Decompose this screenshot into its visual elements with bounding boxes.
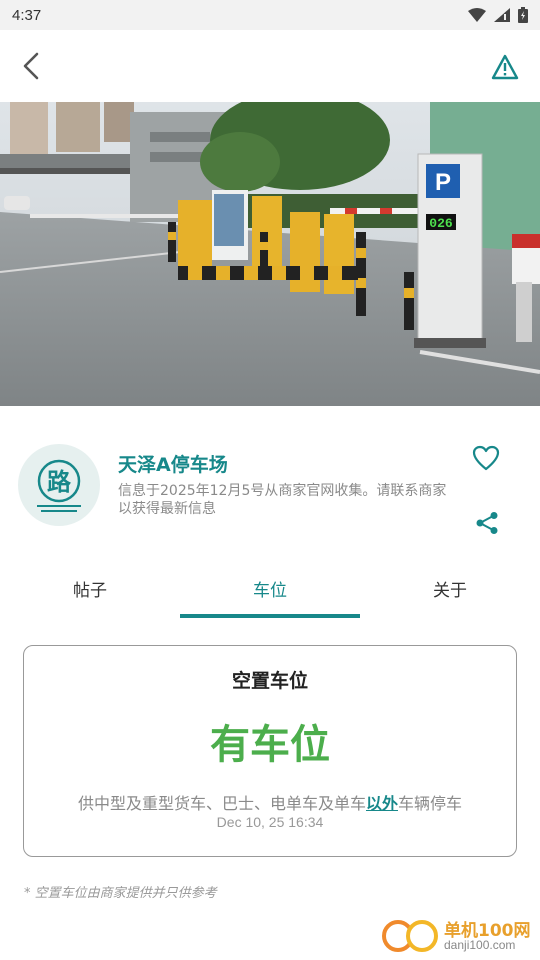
status-time: 4:37 — [12, 6, 42, 24]
battery-icon — [518, 7, 528, 23]
hero-photo: P 026 — [0, 102, 540, 406]
vehicle-note-after: 车辆停车 — [398, 794, 463, 813]
tab-about[interactable]: 关于 — [360, 560, 540, 620]
tab-parking-spaces[interactable]: 车位 — [180, 560, 360, 620]
carpark-logo: 路 — [18, 444, 100, 526]
favorite-button[interactable] — [470, 442, 502, 474]
vehicle-note: 供中型及重型货车、巴士、电单车及单车以外车辆停车 — [24, 790, 516, 814]
vacancy-status: 有车位 — [210, 722, 330, 768]
status-icons — [468, 7, 528, 23]
watermark-url: danji100.com — [444, 938, 516, 952]
signal-icon — [494, 8, 510, 22]
wifi-icon — [468, 8, 486, 22]
vehicle-note-before: 供中型及重型货车、巴士、电单车及单车 — [77, 794, 366, 813]
road-logo-icon: 路 — [37, 459, 81, 512]
parking-entrance-illustration: P 026 — [0, 102, 540, 406]
status-bar: 4:37 — [0, 0, 540, 30]
chevron-left-icon — [23, 52, 39, 80]
vacancy-title: 空置车位 — [231, 670, 308, 692]
carpark-info-text: 信息于2025年12月5号从商家官网收集。请联系商家以获得最新信息 — [118, 483, 447, 517]
logo-char: 路 — [47, 468, 72, 496]
tab-posts[interactable]: 帖子 — [0, 560, 180, 620]
share-icon — [476, 512, 498, 534]
available-display: 026 — [429, 216, 453, 231]
tab-bar: 帖子 车位 关于 — [0, 560, 540, 620]
disclaimer: * 空置车位由商家提供并只供参考 — [24, 886, 217, 901]
parking-sign-letter: P — [435, 169, 451, 196]
site-watermark: 单机100网 danji100.com — [382, 914, 532, 958]
warning-icon — [491, 54, 519, 80]
heart-icon — [472, 445, 500, 471]
carpark-name: 天泽A停车场 — [118, 454, 228, 476]
report-button[interactable] — [488, 50, 522, 84]
vacancy-card: 空置车位 有车位 供中型及重型货车、巴士、电单车及单车以外车辆停车 Dec 10… — [23, 645, 517, 857]
back-button[interactable] — [14, 48, 48, 84]
share-button[interactable] — [472, 508, 502, 538]
watermark-logo-circle2-icon — [406, 920, 438, 952]
vehicle-note-highlight: 以外 — [365, 794, 398, 813]
app-bar — [0, 30, 540, 102]
vacancy-timestamp: Dec 10, 25 16:34 — [216, 814, 324, 830]
carpark-info: 路 天泽A停车场 信息于2025年12月5号从商家官网收集。请联系商家以获得最新… — [0, 440, 540, 540]
